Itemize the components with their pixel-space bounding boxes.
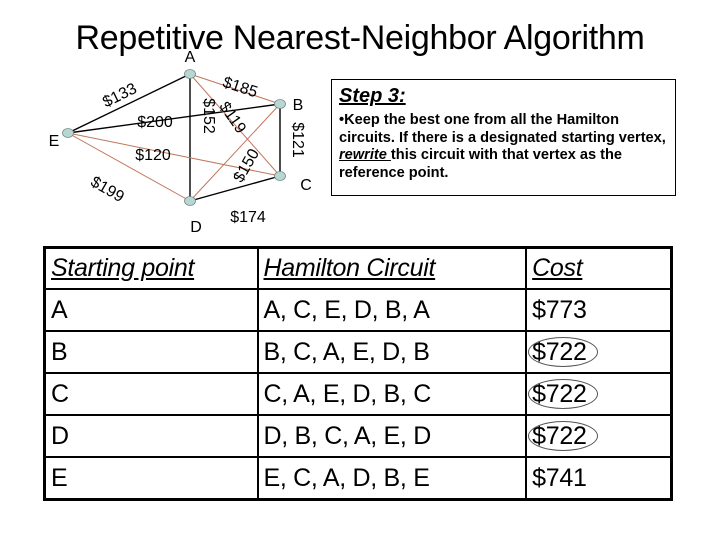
cost-cell: $722 [525, 414, 673, 458]
hamilton-circuit-cell: A, C, E, D, B, A [256, 288, 528, 332]
starting-point-cell-text: B [51, 337, 68, 366]
step-box: Step 3: •Keep the best one from all the … [331, 79, 676, 196]
edge-weight-label: $185 [221, 74, 260, 101]
edge-weight-label: $120 [135, 147, 171, 164]
table-header-row: Starting point Hamilton Circuit Cost [43, 246, 673, 290]
hamilton-circuit-cell-text: B, C, A, E, D, B [263, 337, 430, 366]
edge-weight-label: $200 [137, 114, 173, 131]
starting-point-cell-text: C [51, 379, 69, 408]
step-description: •Keep the best one from all the Hamilton… [339, 112, 669, 182]
starting-point-cell: A [43, 288, 259, 332]
vertex-label-b: B [293, 97, 304, 114]
table-row: B B, C, A, E, D, B $722 [43, 330, 673, 374]
vertex-b [274, 99, 286, 109]
starting-point-cell: E [43, 456, 259, 501]
vertex-label-a: A [185, 49, 196, 66]
vertex-a [184, 69, 196, 79]
starting-point-cell: B [43, 330, 259, 374]
edge-weight-label: $199 [87, 173, 126, 206]
starting-point-cell-text: E [51, 463, 68, 492]
cost-cell-text: $741 [532, 463, 587, 492]
hamilton-circuit-cell: C, A, E, D, B, C [256, 372, 528, 416]
edge-weight-label: $133 [100, 80, 140, 111]
hamilton-circuit-cell-text: D, B, C, A, E, D [263, 421, 432, 450]
cost-cell-text: $722 [532, 379, 587, 408]
cost-cell-text: $722 [532, 337, 587, 366]
hamilton-circuit-cell-text: C, A, E, D, B, C [263, 379, 432, 408]
starting-point-cell-text: D [51, 421, 69, 450]
step-title: Step 3: [339, 85, 406, 107]
vertex-d [184, 196, 196, 206]
header-hamilton-circuit: Hamilton Circuit [256, 246, 528, 290]
hamilton-circuit-cell: B, C, A, E, D, B [256, 330, 528, 374]
vertex-label-c: C [300, 177, 312, 194]
step-text-before: Keep the best one from all the Hamilton … [339, 112, 666, 146]
starting-point-cell-text: A [51, 295, 68, 324]
edge-weight-label: $174 [230, 209, 266, 226]
cost-cell: $722 [525, 330, 673, 374]
cost-cell-text: $773 [532, 295, 587, 324]
edge-e-b [67, 103, 281, 134]
cost-cell: $722 [525, 372, 673, 416]
header-starting-point: Starting point [43, 246, 259, 290]
vertex-label-d: D [190, 219, 202, 236]
edge-e-d [67, 132, 191, 202]
vertex-c [274, 171, 286, 181]
starting-point-cell: D [43, 414, 259, 458]
cost-cell-text: $722 [532, 421, 587, 450]
cost-cell: $773 [525, 288, 673, 332]
vertex-e [62, 128, 74, 138]
vertex-label-e: E [49, 133, 60, 150]
hamilton-circuits-table: Starting point Hamilton Circuit Cost A A,… [43, 246, 673, 501]
edge-weight-label: $121 [289, 122, 306, 158]
header-cost: Cost [525, 246, 673, 290]
table-row: C C, A, E, D, B, C $722 [43, 372, 673, 416]
edge-weight-label: $119 [215, 99, 249, 137]
hamilton-circuit-cell-text: A, C, E, D, B, A [263, 295, 430, 324]
hamilton-circuit-cell-text: E, C, A, D, B, E [263, 463, 430, 492]
starting-point-cell: C [43, 372, 259, 416]
hamilton-circuit-cell: E, C, A, D, B, E [256, 456, 528, 501]
table-row: A A, C, E, D, B, A $773 [43, 288, 673, 332]
table-row: D D, B, C, A, E, D $722 [43, 414, 673, 458]
step-text-emphasis: rewrite [339, 147, 391, 163]
edge-weight-label: $152 [200, 98, 217, 134]
table-row: E E, C, A, D, B, E $741 [43, 456, 673, 501]
cost-cell: $741 [525, 456, 673, 501]
hamilton-circuit-cell: D, B, C, A, E, D [256, 414, 528, 458]
